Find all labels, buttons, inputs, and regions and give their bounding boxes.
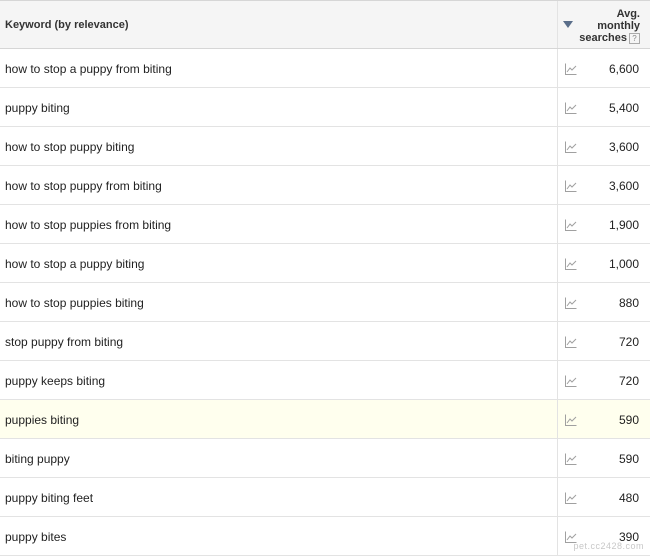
table-row[interactable]: how to stop puppies biting 880	[0, 283, 650, 322]
table-row[interactable]: puppy bites 390	[0, 517, 650, 556]
searches-cell: 6,600	[608, 62, 639, 76]
keyword-cell[interactable]: puppy keeps biting	[5, 374, 105, 388]
column-divider	[557, 517, 558, 556]
keyword-cell[interactable]: biting puppy	[5, 452, 70, 466]
column-divider	[557, 88, 558, 127]
column-divider	[557, 400, 558, 439]
keyword-cell[interactable]: puppy biting	[5, 101, 70, 115]
trend-chart-icon[interactable]	[565, 452, 577, 465]
keyword-cell[interactable]: how to stop puppies from biting	[5, 218, 171, 232]
trend-chart-icon[interactable]	[565, 374, 577, 387]
keyword-cell[interactable]: how to stop puppy from biting	[5, 179, 162, 193]
keyword-cell[interactable]: how to stop a puppy biting	[5, 257, 144, 271]
watermark: pet.cc2428.com	[573, 541, 644, 551]
table-row[interactable]: how to stop puppy biting 3,600	[0, 127, 650, 166]
trend-chart-icon[interactable]	[565, 491, 577, 504]
keyword-cell[interactable]: how to stop puppies biting	[5, 296, 144, 310]
searches-cell: 3,600	[608, 179, 639, 193]
keyword-cell[interactable]: how to stop a puppy from biting	[5, 62, 172, 76]
trend-chart-icon[interactable]	[565, 179, 577, 192]
avg-header-line3: searches?	[579, 32, 640, 44]
trend-chart-icon[interactable]	[565, 140, 577, 153]
column-divider	[557, 127, 558, 166]
table-row[interactable]: how to stop a puppy from biting 6,600	[0, 49, 650, 88]
trend-chart-icon[interactable]	[565, 413, 577, 426]
avg-monthly-searches-header[interactable]: Avg. monthly searches?	[579, 8, 640, 44]
keyword-cell[interactable]: puppies biting	[5, 413, 79, 427]
keyword-column-header[interactable]: Keyword (by relevance)	[5, 19, 129, 31]
table-row[interactable]: puppy biting feet 480	[0, 478, 650, 517]
searches-cell: 720	[618, 335, 639, 349]
searches-cell: 590	[618, 413, 639, 427]
searches-cell: 880	[618, 296, 639, 310]
searches-cell: 590	[618, 452, 639, 466]
column-divider	[557, 244, 558, 283]
trend-chart-icon[interactable]	[565, 218, 577, 231]
searches-cell: 1,000	[608, 257, 639, 271]
searches-cell: 720	[618, 374, 639, 388]
keyword-cell[interactable]: how to stop puppy biting	[5, 140, 134, 154]
searches-cell: 480	[618, 491, 639, 505]
keyword-cell[interactable]: puppy biting feet	[5, 491, 93, 505]
help-icon[interactable]: ?	[629, 32, 640, 44]
trend-chart-icon[interactable]	[565, 62, 577, 75]
column-divider	[557, 439, 558, 478]
table-header: Keyword (by relevance) Avg. monthly sear…	[0, 0, 650, 49]
column-divider	[557, 166, 558, 205]
trend-chart-icon[interactable]	[565, 257, 577, 270]
table-row[interactable]: how to stop puppies from biting 1,900	[0, 205, 650, 244]
trend-chart-icon[interactable]	[565, 101, 577, 114]
column-divider	[557, 205, 558, 244]
table-row[interactable]: biting puppy 590	[0, 439, 650, 478]
searches-cell: 3,600	[608, 140, 639, 154]
table-row[interactable]: stop puppy from biting 720	[0, 322, 650, 361]
column-divider	[557, 361, 558, 400]
column-divider	[557, 478, 558, 517]
table-row[interactable]: how to stop a puppy biting 1,000	[0, 244, 650, 283]
sort-descending-icon[interactable]	[563, 21, 573, 28]
column-divider	[557, 1, 558, 48]
table-body: how to stop a puppy from biting 6,600 pupp…	[0, 49, 650, 556]
trend-chart-icon[interactable]	[565, 296, 577, 309]
table-row[interactable]: puppies biting 590	[0, 400, 650, 439]
keyword-cell[interactable]: puppy bites	[5, 530, 66, 544]
table-row[interactable]: how to stop puppy from biting 3,600	[0, 166, 650, 205]
trend-chart-icon[interactable]	[565, 335, 577, 348]
keyword-cell[interactable]: stop puppy from biting	[5, 335, 123, 349]
searches-cell: 5,400	[608, 101, 639, 115]
keyword-table: Keyword (by relevance) Avg. monthly sear…	[0, 0, 650, 556]
searches-cell: 1,900	[608, 218, 639, 232]
avg-header-line1: Avg.	[616, 8, 640, 20]
column-divider	[557, 283, 558, 322]
table-row[interactable]: puppy keeps biting 720	[0, 361, 650, 400]
column-divider	[557, 49, 558, 88]
avg-header-line3-text: searches	[579, 32, 627, 44]
column-divider	[557, 322, 558, 361]
table-row[interactable]: puppy biting 5,400	[0, 88, 650, 127]
avg-header-line2: monthly	[597, 20, 640, 32]
